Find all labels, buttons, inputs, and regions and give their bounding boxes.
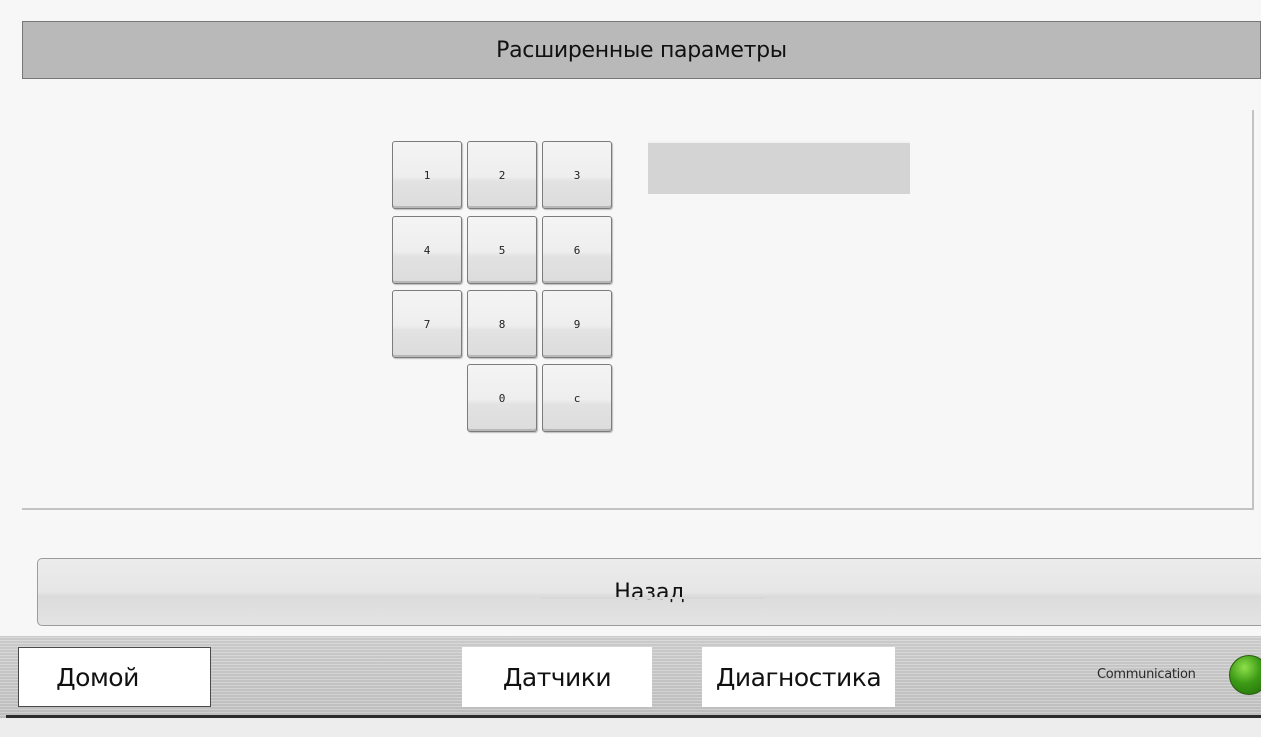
communication-label: Communication	[1097, 667, 1196, 682]
page-title: Расширенные параметры	[496, 37, 787, 63]
value-display[interactable]	[648, 141, 910, 194]
key-4[interactable]: 4	[392, 216, 462, 284]
key-5[interactable]: 5	[467, 216, 537, 284]
page-title-bar: Расширенные параметры	[22, 21, 1261, 79]
nav-home-label: Домой	[56, 662, 139, 692]
content-panel	[22, 110, 1254, 510]
communication-status-icon	[1229, 655, 1261, 695]
back-button[interactable]: Назад	[37, 558, 1261, 626]
bottom-nav-bar: Домой Датчики Диагностика Communication	[0, 636, 1261, 737]
nav-sensors-label: Датчики	[502, 662, 612, 692]
bottom-strip	[0, 718, 1261, 737]
back-button-label: Назад	[614, 579, 685, 605]
nav-home-button[interactable]: Домой	[18, 647, 211, 707]
nav-sensors-button[interactable]: Датчики	[462, 647, 652, 707]
key-3[interactable]: 3	[542, 141, 612, 209]
key-0[interactable]: 0	[467, 364, 537, 432]
key-1[interactable]: 1	[392, 141, 462, 209]
nav-diagnostics-button[interactable]: Диагностика	[702, 647, 895, 707]
key-7[interactable]: 7	[392, 290, 462, 358]
key-6[interactable]: 6	[542, 216, 612, 284]
key-9[interactable]: 9	[542, 290, 612, 358]
key-8[interactable]: 8	[467, 290, 537, 358]
key-2[interactable]: 2	[467, 141, 537, 209]
numeric-keypad: 1 2 3 4 5 6 7 8 9 0 c	[392, 141, 612, 433]
back-button-divider	[541, 597, 765, 599]
key-clear[interactable]: c	[542, 364, 612, 432]
nav-diagnostics-label: Диагностика	[715, 662, 882, 692]
